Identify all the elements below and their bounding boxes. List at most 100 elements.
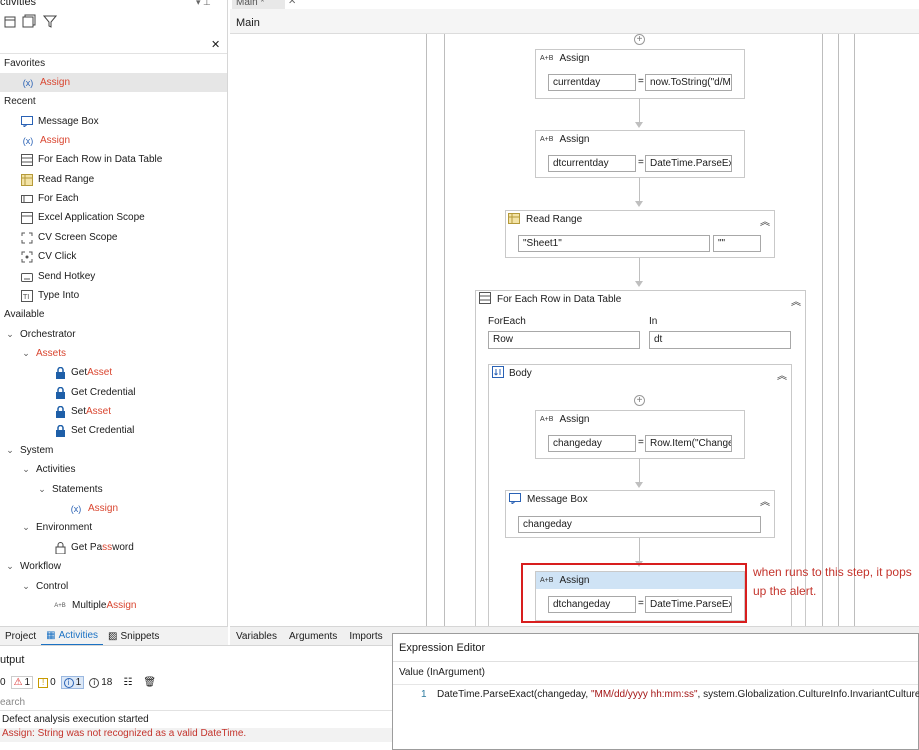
add-activity-plus-icon[interactable]: + <box>634 34 645 45</box>
available-header[interactable]: Available <box>0 305 227 324</box>
collapse-chevron-icon[interactable]: ︽ <box>777 367 787 382</box>
recent-item-label: For Each <box>38 193 79 204</box>
assign-value-field[interactable]: Row.Item("Change <box>645 435 732 452</box>
tree-leaf-multiple-assign[interactable]: A+B Multiple Assign <box>0 596 227 615</box>
assign-value-field[interactable]: DateTime.ParseExa <box>645 155 732 172</box>
leaf-label-part: Set <box>71 406 87 417</box>
code-line: DateTime.ParseExact(changeday, "MM/dd/yy… <box>437 689 919 700</box>
document-tab-main[interactable]: Main * <box>232 0 285 9</box>
tree-node-workflow[interactable]: ⌄ Workflow <box>0 557 227 576</box>
assign-to-field[interactable]: dtcurrentday <box>548 155 636 172</box>
output-search-input[interactable]: earch <box>0 697 392 711</box>
recent-item-label: For Each Row in Data Table <box>38 154 163 165</box>
tree-node-environment[interactable]: ⌄ Environment <box>0 518 227 537</box>
tab-activities[interactable]: ▦ Activities <box>41 627 104 646</box>
recent-item[interactable]: CV Screen Scope <box>0 228 227 247</box>
foreach-in-field[interactable]: dt <box>649 331 791 349</box>
recent-header[interactable]: Recent <box>0 92 227 111</box>
chevron-down-icon[interactable]: ⌄ <box>20 464 32 475</box>
dialog-titlebar[interactable]: Expression Editor <box>393 634 918 662</box>
tree-node-orchestrator[interactable]: ⌄ Orchestrator <box>0 325 227 344</box>
close-icon[interactable]: ✕ <box>211 38 220 51</box>
breadcrumb: Main <box>230 9 919 34</box>
assign-to-field[interactable]: changeday <box>548 435 636 452</box>
list-filter-icon[interactable]: ☷ <box>123 677 132 688</box>
output-trace-filter[interactable]: i 18 <box>89 677 112 688</box>
output-line-error[interactable]: Assign: String was not recognized as a v… <box>0 728 392 742</box>
favorite-assign[interactable]: (x) Assign <box>0 73 227 92</box>
add-activity-plus-icon[interactable]: + <box>634 395 645 406</box>
output-line-info[interactable]: Defect analysis execution started <box>0 714 392 725</box>
chevron-down-icon[interactable]: ⌄ <box>36 484 48 495</box>
tree-leaf-set-credential[interactable]: Set Credential <box>0 421 227 440</box>
leaf-label-part: Get <box>71 367 88 378</box>
foreach-label: ForEach <box>488 316 526 327</box>
recent-item[interactable]: TI Type Into <box>0 286 227 305</box>
tree-leaf-get-password[interactable]: Get Pa ss word <box>0 538 227 557</box>
favorites-header[interactable]: Favorites <box>0 54 227 73</box>
chevron-down-icon[interactable]: ⌄ <box>20 348 32 359</box>
activities-search[interactable] <box>0 36 227 54</box>
tree-node-activities[interactable]: ⌄ Activities <box>0 460 227 479</box>
assign-to-field[interactable]: currentday <box>548 74 636 91</box>
chevron-down-icon[interactable]: ⌄ <box>20 581 32 592</box>
tab-arguments[interactable]: Arguments <box>283 631 343 642</box>
tree-leaf-get-credential[interactable]: Get Credential <box>0 383 227 402</box>
collapse-chevron-icon[interactable]: ︽ <box>760 493 770 508</box>
output-info-filter[interactable]: i 1 <box>60 676 85 689</box>
output-warnings-filter[interactable]: ! 0 <box>38 677 56 688</box>
connector-arrow-icon <box>635 122 643 128</box>
recent-item[interactable]: For Each <box>0 189 227 208</box>
left-panel-tabs: Project ▦ Activities ▨ Snippets <box>0 626 228 646</box>
collapse-icon[interactable] <box>22 14 36 31</box>
lock-icon <box>53 424 67 438</box>
read-range-sheet-field[interactable]: "Sheet1" <box>518 235 710 252</box>
expression-code-editor[interactable]: 1 DateTime.ParseExact(changeday, "MM/dd/… <box>393 684 919 750</box>
assign-activity-icon: A+B <box>540 55 554 62</box>
recent-item[interactable]: Message Box <box>0 112 227 131</box>
leaf-label-highlight: Assign <box>106 600 137 611</box>
output-errors-filter[interactable]: ⚠ 1 <box>10 676 34 689</box>
chevron-down-icon[interactable]: ⌄ <box>4 561 16 572</box>
tree-node-statements[interactable]: ⌄ Statements <box>0 480 227 499</box>
tab-snippets[interactable]: ▨ Snippets <box>103 627 164 646</box>
recent-item[interactable]: CV Click <box>0 247 227 266</box>
read-range-range-field[interactable]: "" <box>713 235 761 252</box>
expand-icon[interactable] <box>4 14 18 31</box>
tree-node-system[interactable]: ⌄ System <box>0 441 227 460</box>
doc-tab-close-icon[interactable]: ✕ <box>288 0 296 7</box>
tree-leaf-assign[interactable]: (x) Assign <box>0 499 227 518</box>
connector-arrow-icon <box>635 201 643 207</box>
tab-variables[interactable]: Variables <box>230 631 283 642</box>
favorite-assign-label: Assign <box>40 77 71 88</box>
filter-icon[interactable] <box>42 14 58 31</box>
message-box-text-field[interactable]: changeday <box>518 516 761 533</box>
tab-imports[interactable]: Imports <box>343 631 388 642</box>
tree-node-control[interactable]: ⌄ Control <box>0 577 227 596</box>
recent-item[interactable]: Excel Application Scope <box>0 208 227 227</box>
collapse-chevron-icon[interactable]: ︽ <box>791 293 801 308</box>
tree-leaf-set-asset[interactable]: Set Asset <box>0 402 227 421</box>
chevron-down-icon[interactable]: ⌄ <box>4 445 16 456</box>
code-part: , system.Globalization.CultureInfo.Invar… <box>697 689 919 700</box>
tree-leaf-get-asset[interactable]: Get Asset <box>0 363 227 382</box>
excel-scope-icon <box>20 211 34 225</box>
recent-item[interactable]: For Each Row in Data Table <box>0 150 227 169</box>
assign-value-field[interactable]: now.ToString("d/M <box>645 74 732 91</box>
equals-sign: = <box>638 76 644 87</box>
chevron-down-icon[interactable]: ⌄ <box>20 522 32 533</box>
panel-pin-icon[interactable]: ▾ ⊥ <box>196 0 211 8</box>
recent-item[interactable]: Send Hotkey <box>0 267 227 286</box>
chevron-down-icon[interactable]: ⌄ <box>4 329 16 340</box>
recent-item[interactable]: (x) Assign <box>0 131 227 150</box>
tree-node-assets[interactable]: ⌄ Assets <box>0 344 227 363</box>
breadcrumb-main[interactable]: Main <box>236 17 260 29</box>
recent-item[interactable]: Read Range <box>0 170 227 189</box>
tab-project[interactable]: Project <box>0 627 41 646</box>
foreach-row-icon <box>20 153 34 167</box>
recent-item-label: CV Screen Scope <box>38 232 118 243</box>
foreach-item-field[interactable]: Row <box>488 331 640 349</box>
collapse-chevron-icon[interactable]: ︽ <box>760 213 770 228</box>
clear-trash-icon[interactable]: 🗑 <box>143 677 156 688</box>
output-all-count[interactable]: 0 <box>0 677 6 688</box>
